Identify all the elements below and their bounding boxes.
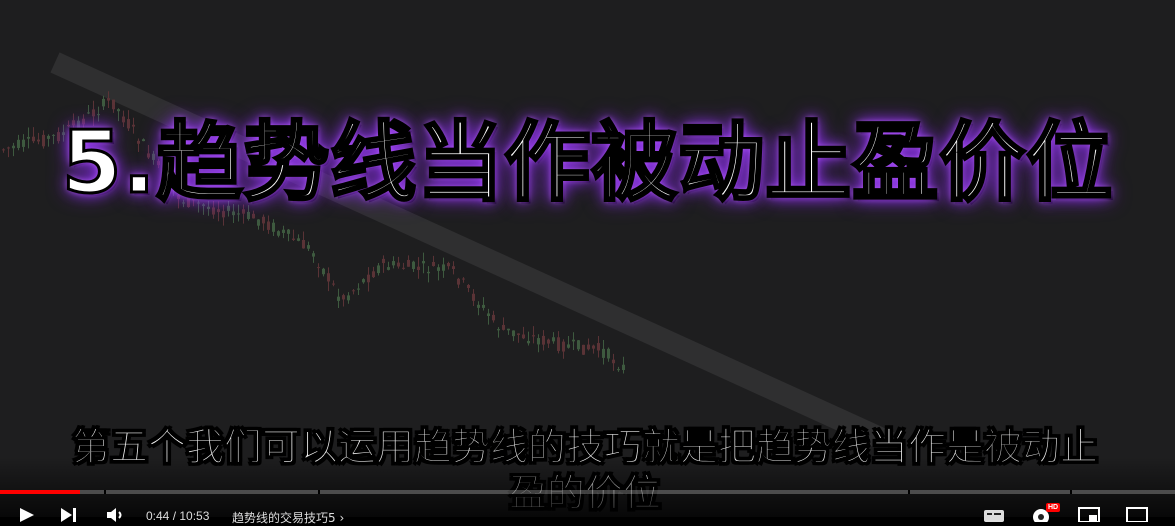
candle-body: [607, 348, 610, 359]
candle-body: [492, 314, 495, 321]
candle-body: [332, 283, 335, 285]
candle-body: [437, 267, 440, 271]
candle-body: [622, 364, 625, 371]
candle-body: [557, 337, 560, 351]
candle-body: [402, 267, 405, 269]
candle-body: [512, 330, 515, 337]
candle-body: [447, 262, 450, 267]
candle-body: [452, 266, 455, 269]
candle-body: [477, 304, 480, 308]
chapter-marker: [1070, 490, 1072, 494]
candle-body: [567, 344, 570, 348]
candle-body: [487, 313, 490, 317]
candle-body: [272, 222, 275, 232]
chapter-marker: [104, 490, 106, 494]
candle-body: [457, 278, 460, 285]
candle-body: [412, 261, 415, 269]
candle-body: [322, 268, 325, 275]
candle-body: [372, 271, 375, 278]
candle-body: [582, 344, 585, 355]
candle-body: [362, 279, 365, 283]
theater-mode-icon: [1126, 507, 1148, 522]
candle-body: [312, 253, 315, 257]
candle-body: [422, 261, 425, 264]
theater-mode-button[interactable]: [1125, 500, 1149, 522]
hd-badge: HD: [1046, 503, 1061, 512]
progress-played: [0, 490, 80, 494]
candle-body: [262, 216, 265, 224]
candle-body: [537, 338, 540, 345]
candle-body: [502, 324, 505, 330]
candle-body: [467, 284, 470, 288]
candle-body: [577, 340, 580, 350]
chapter-marker: [908, 490, 910, 494]
time-display: 0:44 / 10:53: [146, 509, 210, 523]
candle-body: [532, 335, 535, 337]
candle-body: [417, 266, 420, 271]
subtitles-button[interactable]: [983, 500, 1005, 522]
miniplayer-button[interactable]: [1077, 500, 1101, 522]
candle-body: [347, 295, 350, 301]
candle-body: [462, 278, 465, 280]
next-icon: [61, 508, 76, 522]
candle-body: [602, 348, 605, 358]
candle-body: [397, 262, 400, 267]
candle-body: [342, 295, 345, 300]
candle-body: [377, 265, 380, 274]
candle-body: [367, 274, 370, 283]
candle-body: [307, 245, 310, 249]
subtitles-icon: [984, 510, 1004, 522]
candle-body: [282, 229, 285, 233]
volume-icon: [107, 508, 122, 522]
play-icon: [20, 508, 34, 522]
chapter-title[interactable]: 趋势线的交易技巧5 ›: [232, 509, 344, 526]
candle-body: [542, 335, 545, 345]
next-button[interactable]: [58, 500, 80, 522]
candle-body: [337, 296, 340, 301]
candle-body: [387, 267, 390, 270]
candle-body: [592, 345, 595, 349]
candle-body: [427, 271, 430, 274]
candle-body: [407, 259, 410, 267]
candle-body: [432, 261, 435, 267]
video-title-overlay: 5.趋势线当作被动止盈价位: [60, 112, 1114, 215]
candle-body: [612, 359, 615, 364]
video-frame[interactable]: 5.趋势线当作被动止盈价位 第五个我们可以运用趋势线的技巧就是把趋势线当作是被动…: [0, 0, 1175, 517]
candle-body: [522, 334, 525, 339]
candle-body: [562, 341, 565, 352]
candle-body: [392, 261, 395, 266]
candle-body: [257, 219, 260, 226]
candle-body: [572, 339, 575, 342]
candle-body: [382, 258, 385, 264]
candle-body: [352, 290, 355, 292]
candle-body: [527, 340, 530, 344]
candle-body: [482, 304, 485, 308]
candle-body: [507, 328, 510, 331]
miniplayer-icon: [1078, 507, 1100, 522]
candle-body: [277, 231, 280, 236]
candle-body: [292, 238, 295, 240]
candle-body: [267, 221, 270, 230]
chapter-marker: [318, 490, 320, 494]
candle-body: [472, 293, 475, 301]
candle-body: [327, 273, 330, 282]
play-button[interactable]: [16, 500, 38, 522]
candle-body: [442, 264, 445, 271]
candle-body: [517, 333, 520, 335]
candle-body: [552, 337, 555, 342]
candle-body: [297, 238, 300, 241]
candle-body: [317, 267, 320, 269]
candle-body: [547, 339, 550, 344]
progress-bar[interactable]: [0, 490, 1175, 494]
candle-body: [287, 229, 290, 234]
candle-body: [357, 288, 360, 290]
volume-button[interactable]: [104, 500, 126, 522]
candle-body: [597, 343, 600, 351]
candle-body: [497, 329, 500, 331]
candle-body: [302, 239, 305, 249]
candle-body: [617, 369, 620, 371]
progress-track[interactable]: [0, 490, 1175, 494]
candle-body: [587, 344, 590, 350]
